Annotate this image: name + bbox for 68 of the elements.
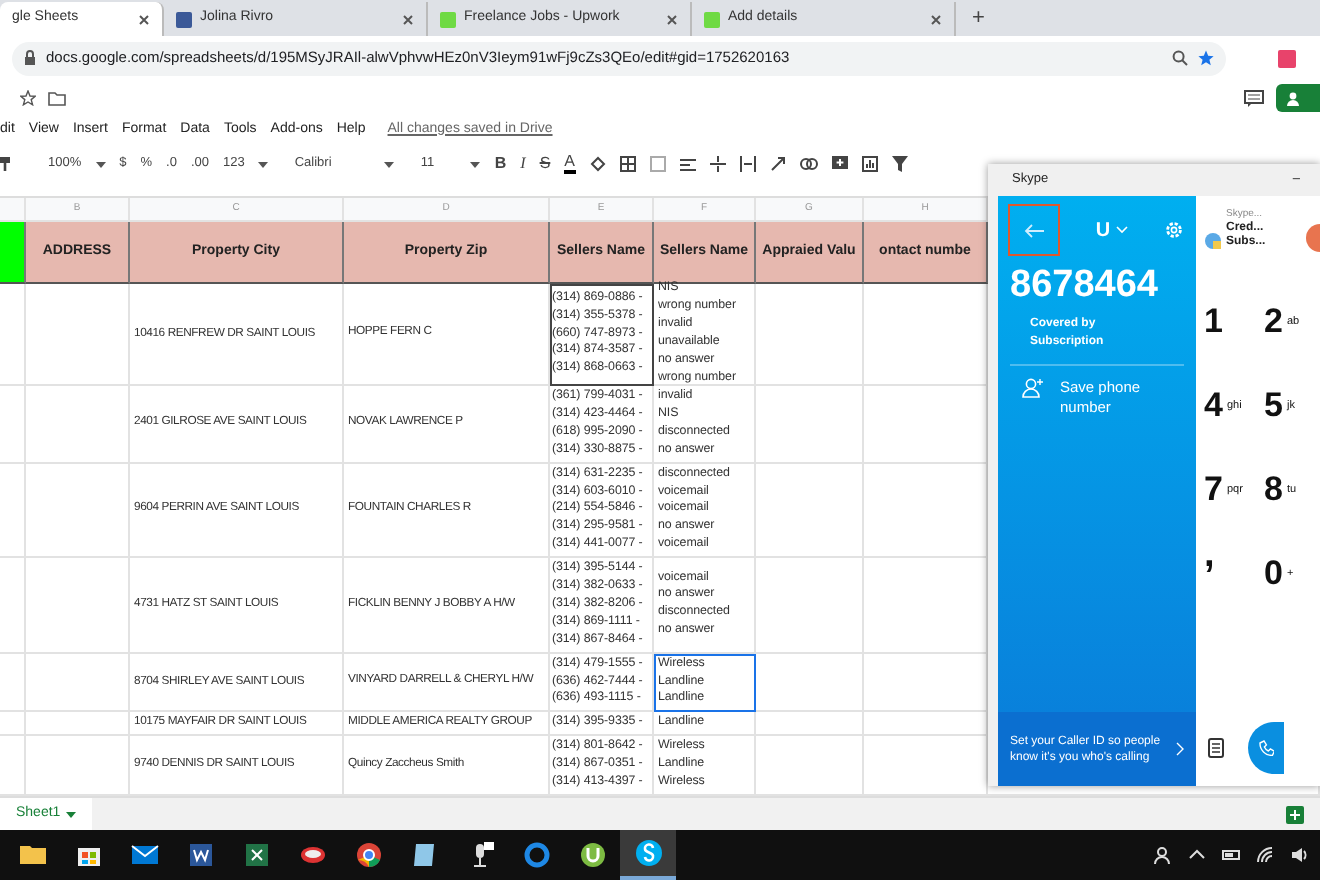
vertical-align-icon[interactable] bbox=[709, 156, 725, 172]
dial-key[interactable]: 1 bbox=[1204, 280, 1264, 364]
paint-format-icon[interactable] bbox=[0, 156, 10, 172]
document-tile-icon bbox=[185, 840, 215, 870]
phone-number: 8678464 bbox=[1008, 264, 1160, 308]
lock-icon bbox=[24, 50, 36, 66]
close-icon[interactable] bbox=[666, 13, 678, 25]
battery-icon[interactable] bbox=[1222, 846, 1240, 864]
volume-icon[interactable] bbox=[1290, 846, 1308, 864]
caret-icon bbox=[66, 811, 77, 817]
torrent-icon bbox=[577, 840, 607, 870]
chart-icon[interactable] bbox=[861, 156, 877, 172]
new-tab-button[interactable]: + bbox=[956, 2, 1001, 36]
close-icon[interactable] bbox=[930, 13, 942, 25]
call-button[interactable] bbox=[1248, 722, 1284, 774]
caret-icon[interactable] bbox=[470, 161, 481, 167]
taskbar-app-button[interactable] bbox=[620, 830, 676, 880]
settings-icon[interactable] bbox=[1163, 220, 1184, 240]
star-icon[interactable] bbox=[20, 90, 36, 106]
close-icon[interactable] bbox=[138, 13, 150, 25]
header-cell bbox=[0, 222, 26, 284]
chevron-down-icon bbox=[1116, 226, 1129, 234]
dialpad-toggle-icon[interactable] bbox=[1208, 738, 1224, 758]
text-rotate-icon[interactable] bbox=[769, 156, 785, 172]
link-icon[interactable] bbox=[799, 158, 817, 170]
site-icon bbox=[704, 11, 720, 27]
fill-color-icon[interactable] bbox=[589, 156, 605, 172]
strikethrough-button[interactable]: S bbox=[539, 152, 551, 176]
caret-icon[interactable] bbox=[95, 161, 106, 167]
text-color-button[interactable]: A bbox=[564, 154, 575, 174]
chat-app-icon bbox=[633, 838, 663, 868]
mail-icon bbox=[129, 840, 159, 870]
extension-icon[interactable] bbox=[1278, 49, 1296, 67]
chevron-right-icon bbox=[1176, 742, 1184, 756]
spreadsheet-tile-icon bbox=[241, 840, 271, 870]
back-button[interactable] bbox=[1008, 204, 1060, 256]
folder-icon[interactable] bbox=[48, 90, 66, 106]
filter-icon[interactable] bbox=[891, 156, 907, 172]
add-contact-icon bbox=[1022, 378, 1044, 398]
person-icon bbox=[1286, 91, 1300, 105]
caret-icon[interactable] bbox=[258, 161, 269, 167]
explore-icon[interactable] bbox=[1286, 805, 1304, 823]
site-icon bbox=[176, 11, 192, 27]
back-arrow-icon bbox=[1024, 223, 1044, 237]
chevron-up-icon[interactable] bbox=[1188, 846, 1206, 864]
comment-icon[interactable] bbox=[1244, 89, 1264, 107]
borders-icon[interactable] bbox=[619, 156, 635, 172]
site-icon bbox=[440, 11, 456, 27]
close-icon[interactable] bbox=[402, 13, 414, 25]
caret-icon[interactable] bbox=[384, 161, 395, 167]
ring-icon bbox=[521, 840, 551, 870]
bold-button[interactable]: B bbox=[494, 152, 507, 176]
people-icon[interactable] bbox=[1154, 846, 1172, 864]
align-icon[interactable] bbox=[679, 157, 695, 171]
phone-icon bbox=[1258, 740, 1274, 756]
bookmark-star-icon[interactable] bbox=[1198, 50, 1214, 66]
insert-comment-icon[interactable] bbox=[831, 156, 847, 172]
merge-cells-icon[interactable] bbox=[649, 156, 665, 172]
italic-button[interactable]: I bbox=[520, 152, 526, 176]
zoom-icon[interactable] bbox=[1172, 50, 1188, 66]
browser-icon bbox=[353, 840, 383, 870]
text-wrap-icon[interactable] bbox=[739, 156, 755, 172]
globe-icon bbox=[1204, 232, 1222, 250]
wifi-icon[interactable] bbox=[1256, 846, 1274, 864]
share-button[interactable] bbox=[1276, 84, 1320, 112]
dial-key[interactable]: , bbox=[1204, 532, 1264, 616]
notepad-icon bbox=[409, 840, 439, 870]
folder-icon bbox=[17, 840, 47, 870]
